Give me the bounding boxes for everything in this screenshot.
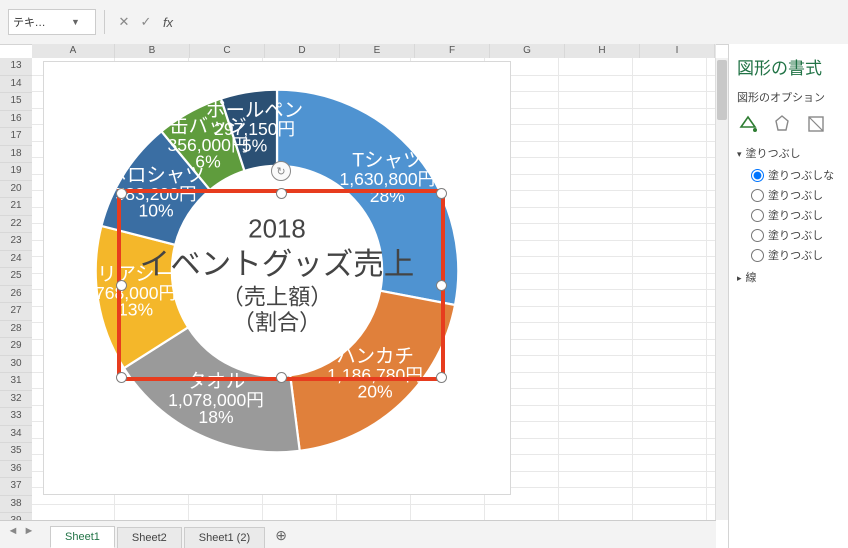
column-header[interactable]: H bbox=[565, 44, 640, 58]
selection-handle[interactable] bbox=[116, 188, 127, 199]
chart-center-text: 2018 bbox=[248, 216, 306, 244]
expand-down-icon: ▾ bbox=[737, 149, 742, 160]
fill-option[interactable]: 塗りつぶしな bbox=[751, 167, 848, 183]
row-header[interactable]: 37 bbox=[0, 478, 32, 496]
fill-option[interactable]: 塗りつぶし bbox=[751, 247, 848, 263]
vertical-scrollbar[interactable] bbox=[715, 58, 728, 520]
pane-icon-row bbox=[737, 113, 848, 135]
row-header[interactable]: 18 bbox=[0, 146, 32, 164]
row-header[interactable]: 20 bbox=[0, 181, 32, 199]
slice-label: 6% bbox=[195, 152, 220, 172]
fill-option[interactable]: 塗りつぶし bbox=[751, 187, 848, 203]
row-header[interactable]: 14 bbox=[0, 76, 32, 94]
column-header[interactable]: A bbox=[32, 44, 115, 58]
slice-label: 13% bbox=[118, 300, 153, 320]
row-header[interactable]: 19 bbox=[0, 163, 32, 181]
row-header[interactable]: 17 bbox=[0, 128, 32, 146]
effects-icon[interactable] bbox=[771, 113, 793, 135]
row-header[interactable]: 32 bbox=[0, 391, 32, 409]
row-header[interactable]: 36 bbox=[0, 461, 32, 479]
sheet-tabs-bar: ◄ ► Sheet1Sheet2Sheet1 (2)⊕ bbox=[0, 520, 716, 548]
name-box-value: テキスト ... bbox=[9, 14, 52, 30]
row-header[interactable]: 16 bbox=[0, 111, 32, 129]
row-headers: 1314151617181920212223242526272829303132… bbox=[0, 58, 33, 520]
expand-right-icon: ▸ bbox=[737, 273, 742, 284]
column-header[interactable]: I bbox=[640, 44, 715, 58]
row-header[interactable]: 31 bbox=[0, 373, 32, 391]
row-header[interactable]: 29 bbox=[0, 338, 32, 356]
column-header[interactable]: B bbox=[115, 44, 190, 58]
formula-bar: テキスト ... ▼ ✕ ✓ fx bbox=[0, 0, 848, 45]
fx-icon[interactable]: fx bbox=[157, 11, 179, 33]
column-headers: ABCDEFGHI bbox=[32, 44, 716, 59]
selection-handle[interactable] bbox=[436, 188, 447, 199]
row-header[interactable]: 34 bbox=[0, 426, 32, 444]
row-header[interactable]: 24 bbox=[0, 251, 32, 269]
row-header[interactable]: 15 bbox=[0, 93, 32, 111]
size-icon[interactable] bbox=[805, 113, 827, 135]
slice-label: 28% bbox=[370, 186, 405, 206]
row-header[interactable]: 30 bbox=[0, 356, 32, 374]
chart-center-text: （売上額） bbox=[222, 284, 333, 309]
slice-label: 10% bbox=[138, 200, 173, 220]
column-header[interactable]: G bbox=[490, 44, 565, 58]
column-header[interactable]: D bbox=[265, 44, 340, 58]
fill-option[interactable]: 塗りつぶし bbox=[751, 207, 848, 223]
fill-option[interactable]: 塗りつぶし bbox=[751, 227, 848, 243]
sheet-tab[interactable]: Sheet1 bbox=[50, 526, 115, 548]
pane-subtitle: 図形のオプション bbox=[737, 89, 848, 105]
sheet-tab[interactable]: Sheet2 bbox=[117, 527, 182, 548]
selection-handle[interactable] bbox=[436, 372, 447, 383]
slice-label: 18% bbox=[198, 407, 233, 427]
tab-nav-next-icon[interactable]: ► bbox=[22, 525, 36, 543]
pane-title: 図形の書式 bbox=[737, 54, 848, 79]
slice-label: 20% bbox=[357, 382, 392, 402]
fill-line-icon[interactable] bbox=[737, 113, 759, 135]
row-header[interactable]: 33 bbox=[0, 408, 32, 426]
row-header[interactable]: 38 bbox=[0, 496, 32, 514]
chart-object[interactable]: Tシャツ1,630,800円28%ハンカチ1,186,780円20%タオル1,0… bbox=[44, 62, 510, 494]
selection-handle[interactable] bbox=[116, 372, 127, 383]
sheet-tab[interactable]: Sheet1 (2) bbox=[184, 527, 265, 548]
row-header[interactable]: 28 bbox=[0, 321, 32, 339]
chevron-down-icon[interactable]: ▼ bbox=[52, 17, 95, 27]
column-header[interactable]: C bbox=[190, 44, 265, 58]
row-header[interactable]: 13 bbox=[0, 58, 32, 76]
format-shape-pane: 図形の書式 図形のオプション ▾塗りつぶし 塗りつぶしな塗りつぶし塗りつぶし塗り… bbox=[728, 44, 848, 548]
row-header[interactable]: 26 bbox=[0, 286, 32, 304]
row-header[interactable]: 35 bbox=[0, 443, 32, 461]
tab-nav-prev-icon[interactable]: ◄ bbox=[6, 525, 20, 543]
cancel-icon[interactable]: ✕ bbox=[113, 11, 135, 33]
row-header[interactable]: 27 bbox=[0, 303, 32, 321]
row-header[interactable]: 21 bbox=[0, 198, 32, 216]
column-header[interactable]: E bbox=[340, 44, 415, 58]
row-header[interactable]: 25 bbox=[0, 268, 32, 286]
name-box[interactable]: テキスト ... ▼ bbox=[8, 9, 96, 35]
line-section-header[interactable]: ▸線 bbox=[737, 269, 848, 285]
selection-handle[interactable] bbox=[436, 280, 447, 291]
worksheet-area[interactable]: Tシャツ1,630,800円28%ハンカチ1,186,780円20%タオル1,0… bbox=[32, 58, 716, 520]
selection-handle[interactable] bbox=[276, 372, 287, 383]
scrollbar-thumb[interactable] bbox=[717, 60, 727, 120]
column-header[interactable]: F bbox=[415, 44, 490, 58]
fill-section-header[interactable]: ▾塗りつぶし bbox=[737, 145, 848, 161]
row-header[interactable]: 22 bbox=[0, 216, 32, 234]
row-header[interactable]: 23 bbox=[0, 233, 32, 251]
donut-chart: Tシャツ1,630,800円28%ハンカチ1,186,780円20%タオル1,0… bbox=[92, 86, 462, 456]
add-sheet-button[interactable]: ⊕ bbox=[267, 523, 295, 548]
slice-label: 5% bbox=[242, 136, 267, 156]
chart-center-text: （割合） bbox=[233, 310, 322, 335]
selection-handle[interactable] bbox=[116, 280, 127, 291]
accept-icon[interactable]: ✓ bbox=[135, 11, 157, 33]
selection-handle[interactable] bbox=[276, 188, 287, 199]
chart-center-text: イベントグッズ売上 bbox=[140, 248, 415, 282]
